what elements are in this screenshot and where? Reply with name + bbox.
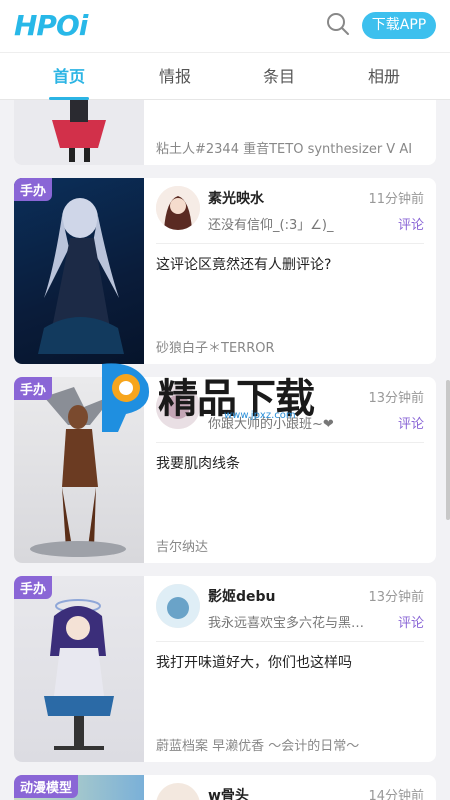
user-avatar[interactable] [156,584,200,628]
feed-card[interactable]: 动漫模型 w骨头 14分钟前 [14,775,436,800]
divider [156,442,424,443]
tab-home[interactable]: 首页 [39,53,99,101]
figure-thumbnail[interactable]: 手办 [14,178,144,364]
category-badge: 手办 [14,377,53,400]
scrollbar[interactable] [446,380,450,520]
tab-bar: 首页 情报 条目 相册 [0,52,450,100]
username[interactable]: w骨头 [208,785,249,800]
category-badge: 动漫模型 [14,775,79,798]
feed-card[interactable]: 粘土人#2344 重音TETO synthesizer V AI [14,100,436,165]
comment-link[interactable]: 评论 [398,612,424,631]
divider [156,641,424,642]
timestamp: 13分钟前 [368,391,424,406]
tab-items[interactable]: 条目 [249,53,309,101]
top-bar: HPOi 下载APP [0,0,450,52]
figure-thumbnail[interactable] [14,100,144,165]
product-name[interactable]: 蔚蓝档案 早濑优香 〜会计的日常〜 [156,735,359,754]
feed-card[interactable]: 手办 素光映水 11分钟前 还没有信仰_(:3」∠)_ 评论 这评论区竟然还有人… [14,178,436,364]
comment-text[interactable]: 我要肌肉线条 [156,453,240,473]
figure-thumbnail[interactable]: 手办 [14,576,144,762]
download-app-button[interactable]: 下载APP [362,12,436,39]
app-logo[interactable]: HPOi [14,9,88,42]
product-name[interactable]: 吉尔纳达 [156,536,208,555]
product-name[interactable]: 砂狼白子＊TERROR [156,337,275,356]
timestamp: 14分钟前 [368,789,424,800]
comment-text[interactable]: 这评论区竟然还有人删评论? [156,254,331,274]
timestamp: 11分钟前 [368,192,424,207]
user-avatar[interactable] [156,186,200,230]
feed-list: 粘土人#2344 重音TETO synthesizer V AI 手办 素光映水… [0,100,450,800]
comment-link[interactable]: 评论 [398,413,424,432]
timestamp: 13分钟前 [368,590,424,605]
tab-news[interactable]: 情报 [145,53,205,101]
watermark: 精品下载 www.jpxz.com [96,358,356,434]
search-icon[interactable] [326,12,350,36]
category-badge: 手办 [14,576,53,599]
feed-card[interactable]: 手办 影姬debu 13分钟前 我永远喜欢宝多六花与黑… 评论 我打开味道好大，… [14,576,436,762]
username[interactable]: 影姬debu [208,586,276,606]
figure-thumbnail[interactable]: 动漫模型 [14,775,144,800]
quoted-comment: 还没有信仰_(:3」∠)_ [208,218,334,233]
category-badge: 手办 [14,178,53,201]
product-name[interactable]: 粘土人#2344 重音TETO synthesizer V AI [156,138,412,157]
username[interactable]: 素光映水 [208,188,264,208]
quoted-comment: 我永远喜欢宝多六花与黑… [208,616,365,631]
comment-text[interactable]: 我打开味道好大，你们也这样吗 [156,652,352,672]
user-avatar[interactable] [156,783,200,800]
comment-link[interactable]: 评论 [398,214,424,233]
watermark-logo-icon [102,363,150,432]
watermark-url: www.jpxz.com [224,410,296,421]
tab-album[interactable]: 相册 [354,53,414,101]
divider [156,243,424,244]
